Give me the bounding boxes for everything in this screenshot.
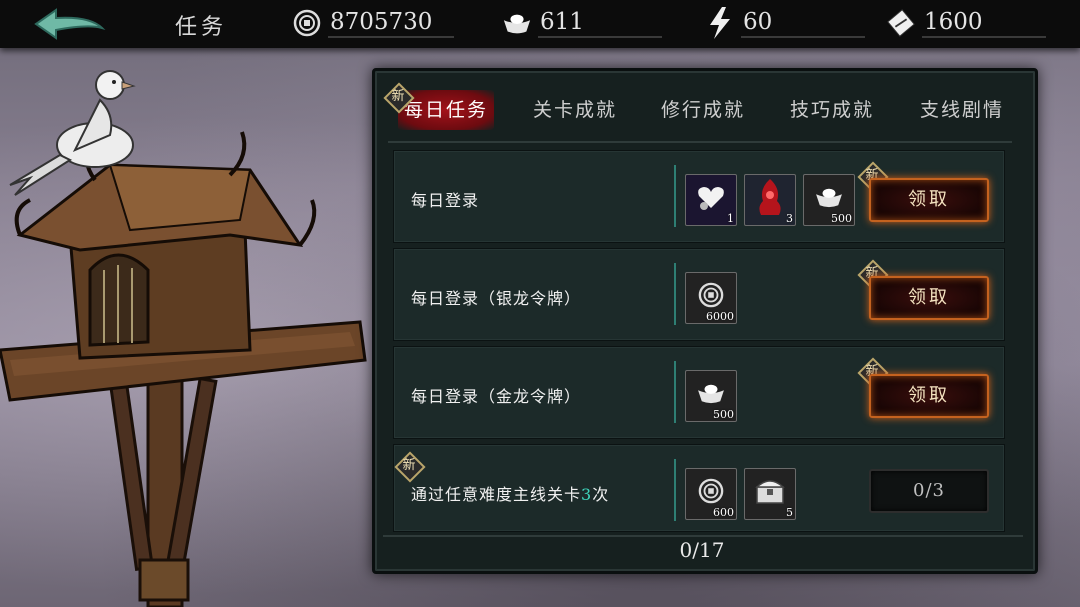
tab-side-story[interactable]: 支线剧情	[920, 90, 1004, 130]
reward-count: 500	[713, 408, 734, 421]
task-title: 每日登录（银龙令牌）	[411, 289, 582, 308]
silver-value: 611	[538, 9, 662, 38]
task-title: 通过任意难度主线关卡3次	[411, 481, 609, 505]
top-bar: 任务 8705730 611 60 1600	[0, 0, 1080, 48]
task-title: 每日登录	[411, 191, 480, 210]
reward-item[interactable]: 500	[803, 174, 855, 226]
row-divider	[674, 165, 676, 227]
task-title: 每日登录（金龙令牌）	[411, 387, 582, 406]
reward-count: 6000	[706, 310, 734, 323]
task-title-suffix: 次	[592, 485, 610, 504]
task-progress-indicator: 0/3	[869, 469, 989, 513]
resource-tickets: 1600	[886, 6, 1046, 40]
tab-skill-achievements[interactable]: 技巧成就	[790, 90, 874, 130]
row-divider	[674, 361, 676, 423]
ticket-icon	[886, 8, 916, 38]
tab-stage-achievements[interactable]: 关卡成就	[533, 90, 617, 130]
claim-button[interactable]: 领取	[869, 178, 989, 222]
reward-count: 500	[831, 212, 852, 225]
resource-coins: 8705730	[292, 6, 454, 40]
silver-ingot-icon	[502, 8, 532, 38]
resource-silver: 611	[502, 6, 662, 40]
task-row: 每日登录 1 3 500 新 领取	[393, 150, 1005, 243]
task-tabs: 每日任务 关卡成就 修行成就 技巧成就 支线剧情	[398, 90, 1018, 134]
task-row: 每日登录（金龙令牌） 500 新 领取	[393, 346, 1005, 439]
new-badge: 新	[383, 82, 415, 114]
lightning-icon	[705, 7, 735, 39]
claim-button[interactable]: 领取	[869, 276, 989, 320]
coin-icon	[292, 8, 322, 38]
task-row: 每日登录（银龙令牌） 6000 新 领取	[393, 248, 1005, 341]
reward-count: 600	[713, 506, 734, 519]
tab-cultivation-achievements[interactable]: 修行成就	[661, 90, 745, 130]
task-row: 通过任意难度主线关卡3次 新 600 5 0/3	[393, 444, 1005, 532]
task-title-prefix: 通过任意难度主线关卡	[411, 485, 582, 504]
birdhouse-illustration	[0, 70, 367, 607]
reward-item[interactable]: 3	[744, 174, 796, 226]
back-arrow-icon[interactable]	[30, 6, 108, 42]
reward-count: 1	[727, 212, 734, 225]
total-progress: 0/17	[679, 538, 725, 562]
coins-value: 8705730	[328, 9, 454, 38]
row-divider	[674, 263, 676, 325]
reward-item[interactable]: 500	[685, 370, 737, 422]
energy-value: 60	[741, 9, 865, 38]
row-divider	[674, 459, 676, 521]
reward-count: 3	[786, 212, 793, 225]
reward-item[interactable]: 5	[744, 468, 796, 520]
reward-item[interactable]: 1	[685, 174, 737, 226]
reward-count: 5	[786, 506, 793, 519]
task-title-count: 3	[581, 485, 593, 504]
tickets-value: 1600	[922, 9, 1046, 38]
tab-divider	[388, 141, 1012, 143]
reward-item[interactable]: 600	[685, 468, 737, 520]
reward-item[interactable]: 6000	[685, 272, 737, 324]
footer-divider	[383, 535, 1023, 537]
claim-button[interactable]: 领取	[869, 374, 989, 418]
new-badge: 新	[394, 451, 426, 483]
page-title: 任务	[175, 15, 228, 40]
resource-energy: 60	[705, 6, 865, 40]
